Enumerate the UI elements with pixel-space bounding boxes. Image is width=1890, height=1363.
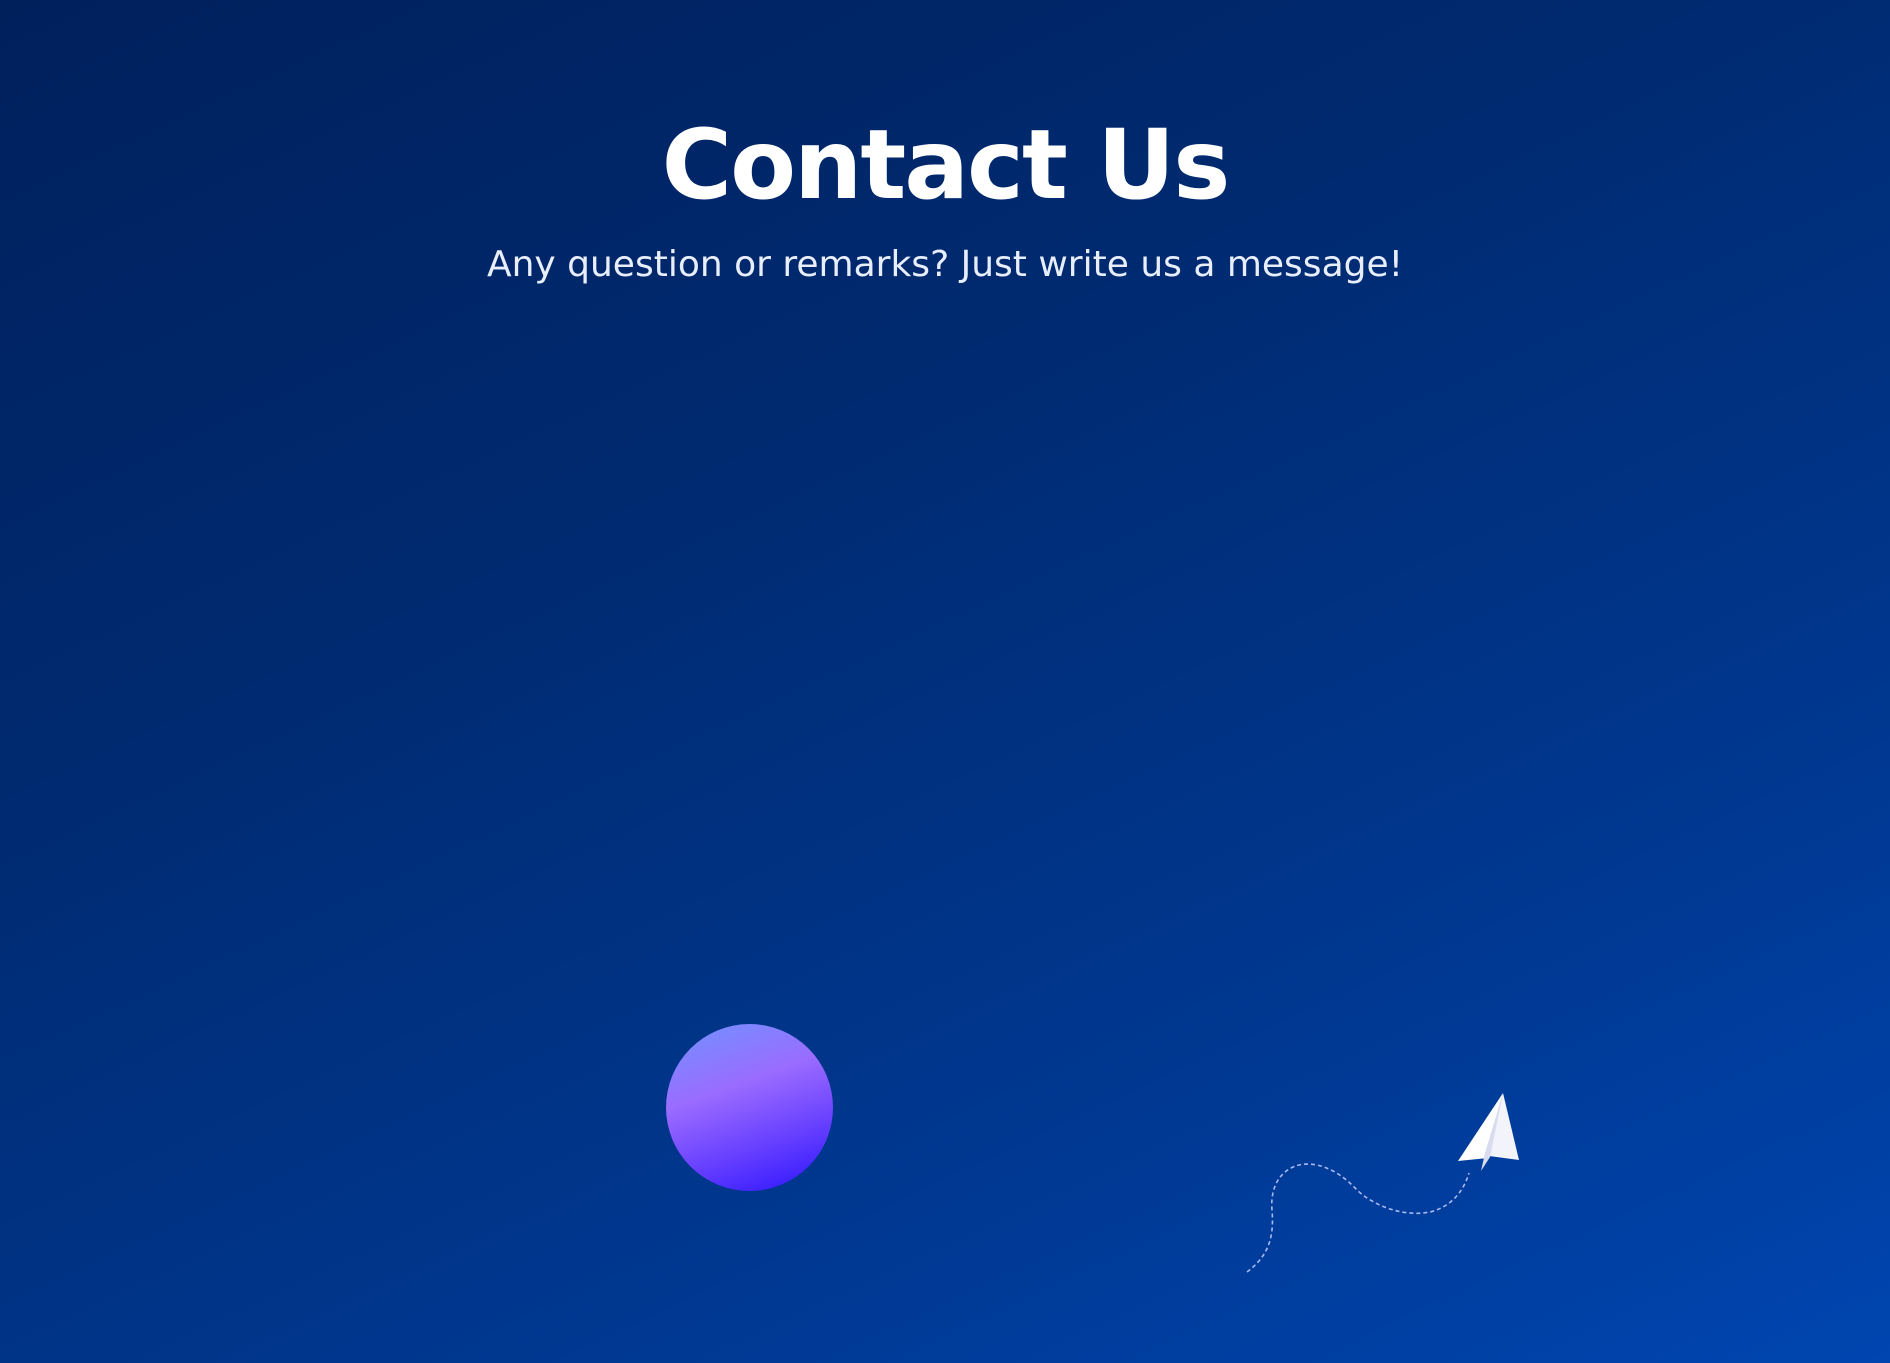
gradient-circle-decoration xyxy=(666,1024,833,1191)
paper-plane-icon xyxy=(1246,1093,1519,1273)
dashed-flight-path xyxy=(1246,1163,1470,1273)
page-title: Contact Us xyxy=(661,109,1231,221)
page-subtitle: Any question or remarks? Just write us a… xyxy=(486,244,1404,285)
